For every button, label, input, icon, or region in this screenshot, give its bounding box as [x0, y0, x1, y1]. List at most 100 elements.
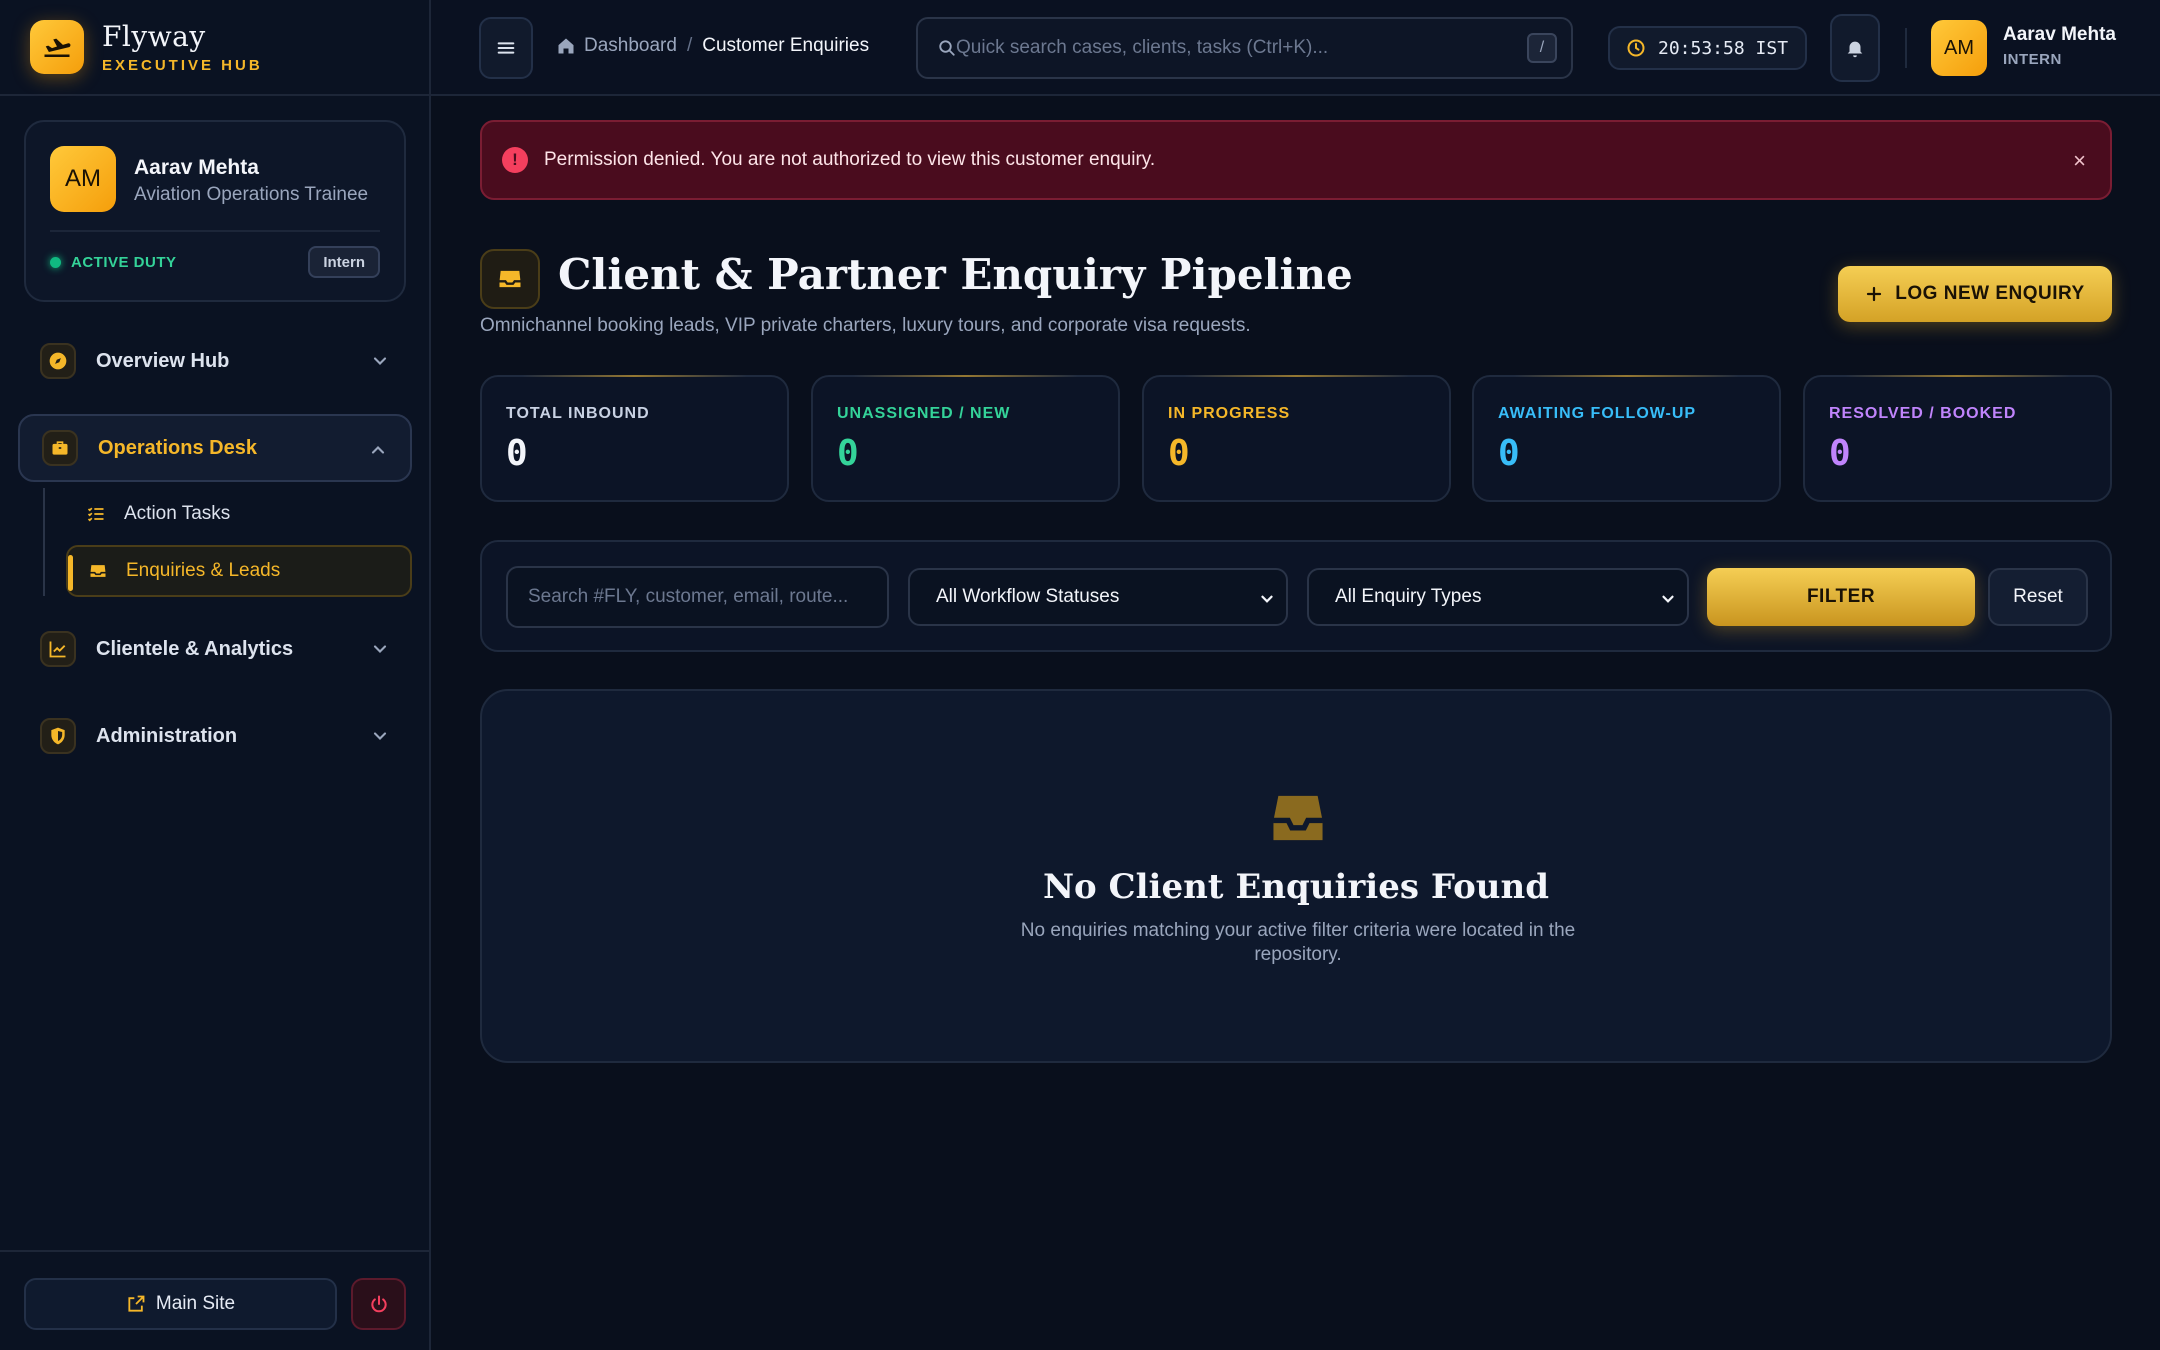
page-title: Client & Partner Enquiry Pipeline	[558, 250, 1353, 299]
brand-name: Flyway	[102, 20, 206, 53]
chevron-down-icon	[373, 732, 387, 740]
chart-icon	[40, 631, 76, 667]
breadcrumb: Dashboard / Customer Enquiries	[556, 35, 869, 57]
chevron-down-icon	[1261, 595, 1273, 603]
briefcase-icon	[42, 430, 78, 466]
global-search-input[interactable]	[956, 37, 1527, 59]
sidebar-item-operations-desk[interactable]: Operations Desk	[18, 414, 412, 482]
status-text: ACTIVE DUTY	[71, 254, 177, 271]
divider	[50, 230, 380, 232]
stat-label: AWAITING FOLLOW-UP	[1498, 405, 1697, 422]
menu-toggle-button[interactable]	[479, 17, 533, 79]
log-new-enquiry-label: LOG NEW ENQUIRY	[1895, 283, 2085, 304]
enquiry-search-input[interactable]	[506, 566, 889, 628]
empty-state-title: No Client Enquiries Found	[1042, 867, 1550, 907]
sidebar-footer: Main Site	[0, 1250, 431, 1350]
sidebar-subitem-action-tasks[interactable]: Action Tasks	[66, 488, 412, 540]
inbox-icon	[90, 565, 106, 577]
filter-bar: All Workflow Statuses All Enquiry Types …	[480, 540, 2112, 652]
home-icon	[558, 38, 574, 54]
stat-card-total-inbound: TOTAL INBOUND 0	[480, 375, 789, 502]
sidebar-subitem-enquiries-leads[interactable]: Enquiries & Leads	[66, 545, 412, 597]
enquiry-type-select[interactable]: All Enquiry Types	[1307, 568, 1689, 626]
hamburger-icon	[497, 42, 515, 54]
page-subtitle: Omnichannel booking leads, VIP private c…	[480, 315, 1251, 336]
sidebar-subitem-label: Enquiries & Leads	[126, 560, 281, 581]
filter-button[interactable]: FILTER	[1707, 568, 1975, 626]
notifications-button[interactable]	[1830, 14, 1880, 82]
user-avatar[interactable]: AM	[1931, 20, 1987, 76]
brand[interactable]: Flyway EXECUTIVE HUB	[0, 0, 429, 96]
divider	[1905, 28, 1907, 68]
topbar: Dashboard / Customer Enquiries / 20:53:5…	[431, 0, 2160, 96]
error-alert: ! Permission denied. You are not authori…	[480, 120, 2112, 200]
chevron-up-icon	[371, 446, 385, 454]
stat-card-resolved-booked: RESOLVED / BOOKED 0	[1803, 375, 2112, 502]
power-icon	[370, 1295, 387, 1313]
alert-icon: !	[502, 147, 528, 173]
plane-icon	[30, 20, 84, 74]
profile-role: Aviation Operations Trainee	[134, 184, 369, 205]
stat-value: 0	[1498, 433, 1520, 474]
submenu-rail	[43, 488, 45, 596]
reset-button[interactable]: Reset	[1988, 568, 2088, 626]
clock-time: 20:53:58 IST	[1658, 37, 1789, 59]
sidebar-item-label: Overview Hub	[96, 349, 230, 372]
empty-state-description: No enquiries matching your active filter…	[1020, 920, 1576, 965]
sidebar-item-administration[interactable]: Administration	[18, 702, 412, 770]
brand-subtitle: EXECUTIVE HUB	[102, 57, 263, 74]
plus-icon	[1867, 286, 1882, 302]
chevron-down-icon	[373, 645, 387, 653]
breadcrumb-separator: /	[686, 35, 693, 56]
user-role: INTERN	[2003, 51, 2062, 68]
bell-icon	[1847, 41, 1863, 58]
breadcrumb-home-label: Dashboard	[584, 35, 677, 56]
stat-card-unassigned: UNASSIGNED / NEW 0	[811, 375, 1120, 502]
shield-icon	[40, 718, 76, 754]
sidebar-item-label: Administration	[96, 724, 238, 747]
stat-label: UNASSIGNED / NEW	[837, 405, 1011, 422]
alert-message: Permission denied. You are not authorize…	[544, 149, 1156, 170]
status-select-value: All Workflow Statuses	[936, 586, 1120, 607]
close-icon[interactable]: ×	[2073, 148, 2086, 174]
status-select[interactable]: All Workflow Statuses	[908, 568, 1288, 626]
user-name: Aarav Mehta	[2003, 24, 2116, 45]
compass-icon	[40, 343, 76, 379]
stat-label: RESOLVED / BOOKED	[1829, 405, 2017, 422]
clock-icon	[1627, 39, 1645, 57]
breadcrumb-home-link[interactable]: Dashboard	[556, 35, 677, 57]
profile-card: AM Aarav Mehta Aviation Operations Train…	[24, 120, 406, 302]
stat-value: 0	[506, 433, 528, 474]
avatar: AM	[50, 146, 116, 212]
inbox-icon	[480, 249, 540, 309]
main-site-button[interactable]: Main Site	[24, 1278, 337, 1330]
clock: 20:53:58 IST	[1608, 26, 1807, 70]
stat-label: TOTAL INBOUND	[506, 405, 650, 422]
sidebar-item-label: Clientele & Analytics	[96, 637, 294, 660]
list-checks-icon	[87, 507, 104, 522]
global-search: /	[916, 17, 1573, 79]
sidebar-item-clientele-analytics[interactable]: Clientele & Analytics	[18, 615, 412, 683]
external-link-icon	[128, 1295, 145, 1312]
logout-button[interactable]	[351, 1278, 406, 1330]
status-indicator: ACTIVE DUTY	[50, 254, 177, 271]
sidebar-subitem-label: Action Tasks	[124, 503, 231, 524]
empty-state-panel: No Client Enquiries Found No enquiries m…	[480, 689, 2112, 1063]
sidebar-item-label: Operations Desk	[98, 436, 257, 459]
main-site-label: Main Site	[155, 1293, 236, 1314]
search-icon	[939, 40, 955, 56]
chevron-down-icon	[1662, 595, 1674, 603]
status-dot	[50, 257, 61, 268]
stat-value: 0	[837, 433, 859, 474]
sidebar-item-overview-hub[interactable]: Overview Hub	[18, 327, 412, 395]
log-new-enquiry-button[interactable]: LOG NEW ENQUIRY	[1838, 266, 2112, 322]
stat-label: IN PROGRESS	[1168, 405, 1291, 422]
stat-card-in-progress: IN PROGRESS 0	[1142, 375, 1451, 502]
chevron-down-icon	[373, 357, 387, 365]
breadcrumb-current: Customer Enquiries	[702, 35, 870, 56]
sidebar: Flyway EXECUTIVE HUB AM Aarav Mehta Avia…	[0, 0, 431, 1350]
role-badge: Intern	[308, 246, 380, 278]
stat-value: 0	[1168, 433, 1190, 474]
stat-value: 0	[1829, 433, 1851, 474]
stat-card-awaiting-follow-up: AWAITING FOLLOW-UP 0	[1472, 375, 1781, 502]
